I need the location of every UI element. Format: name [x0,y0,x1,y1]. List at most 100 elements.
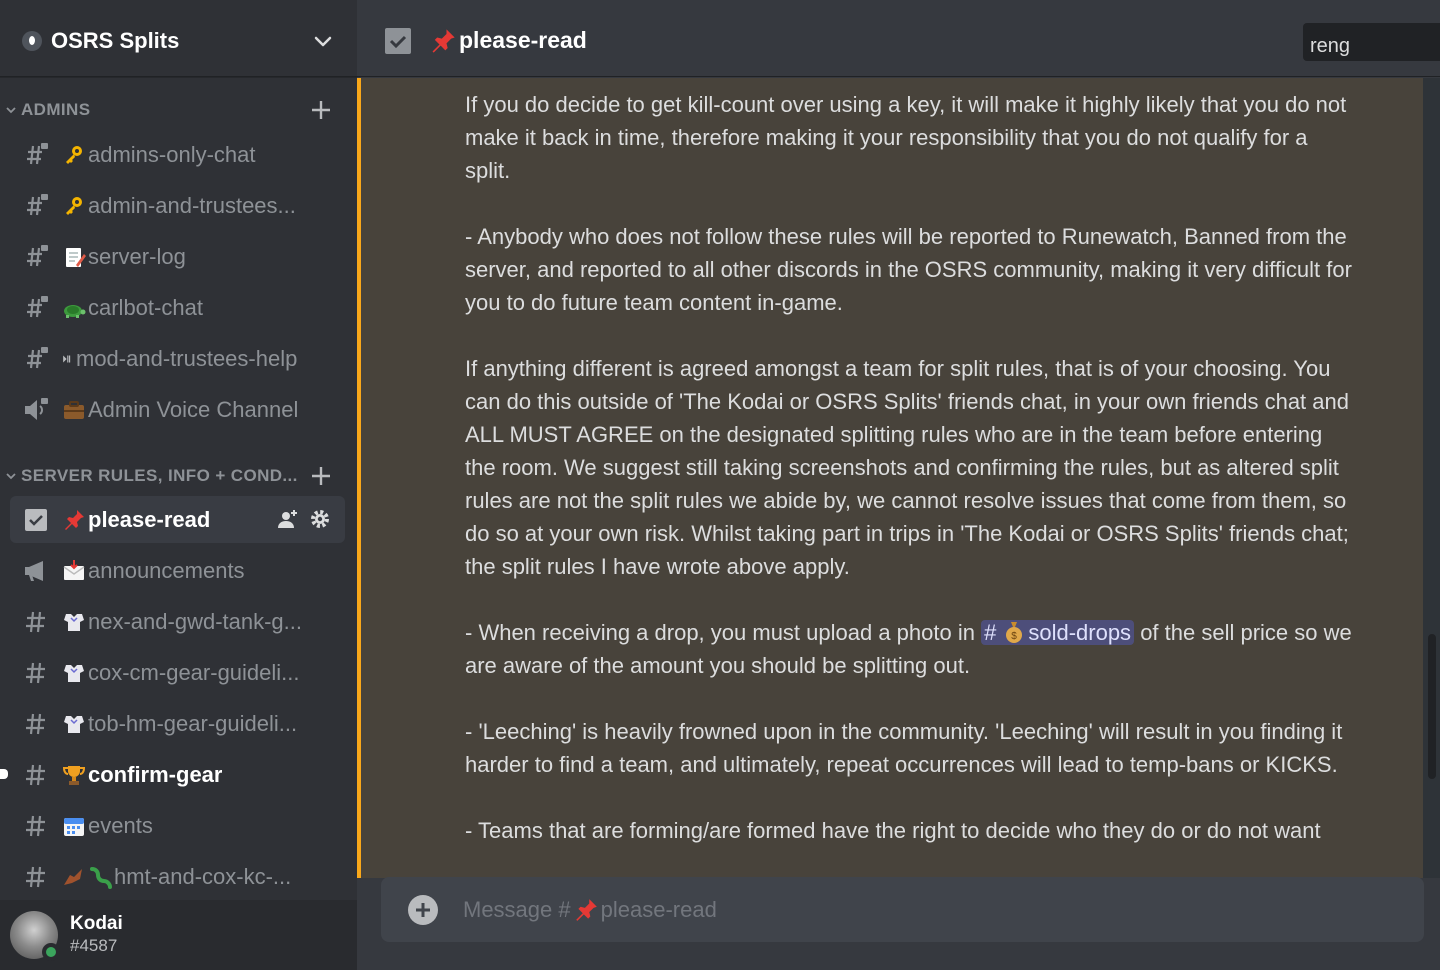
hash-icon [26,662,45,683]
text-run: - When receiving a drop, you must upload… [465,620,975,645]
channel-announcements[interactable]: announcements [10,547,345,594]
play-pause-emoji-icon [63,355,71,362]
user-tag: #4587 [70,936,118,955]
channel-label: events [88,812,153,838]
server-name: OSRS Splits [51,27,180,53]
locked-hash-icon [27,244,48,266]
channel-label: tob-hm-gear-guideli... [88,710,298,736]
briefcase-emoji-icon [64,400,84,419]
message-paragraph: - Anybody who does not follow these rule… [465,224,1352,315]
hash-icon [26,815,45,836]
category-server-rules[interactable]: SERVER RULES, INFO + COND... [0,456,357,496]
message-content: If you do decide to get kill-count over … [465,88,1355,878]
channel-confirm-gear[interactable]: confirm-gear [0,751,345,798]
locked-voice-icon [25,397,48,420]
avatar[interactable] [10,911,60,961]
channel-cox-cm-gear[interactable]: cox-cm-gear-guideli... [10,649,345,696]
hash-icon [26,713,45,734]
username: Kodai [70,913,123,934]
armor-emoji-icon [64,613,84,631]
online-status-indicator [42,943,60,961]
category-label: SERVER RULES, INFO + COND... [21,466,298,485]
placeholder-channel: please-read [600,896,717,922]
money-bag-emoji-icon: $ [1006,622,1023,643]
pushpin-emoji-icon [575,898,597,921]
mention-label: sold-drops [1028,620,1132,645]
turtle-emoji-icon [64,304,86,318]
channel-label: please-read [88,506,211,532]
channel-label: admins-only-chat [88,141,256,167]
lizard-emoji-icon [90,866,112,889]
server-header[interactable]: OSRS Splits [0,5,357,77]
collapse-arrow-icon [6,473,16,480]
channel-hmt-and-cox-kc[interactable]: hmt-and-cox-kc-... [10,853,345,900]
chevron-down-icon[interactable] [311,29,335,53]
key-emoji-icon [66,145,82,164]
scrollbar-thumb[interactable] [1428,634,1436,779]
server-badge-icon [22,30,42,51]
trophy-emoji-icon [62,765,86,785]
unread-indicator [0,769,8,779]
memo-emoji-icon [66,247,86,267]
hash-icon [26,611,45,632]
gear-icon[interactable] [309,508,331,530]
channel-nex-and-gwd[interactable]: nex-and-gwd-tank-g... [10,598,345,645]
channel-label: announcements [88,557,245,583]
message-input-placeholder[interactable]: Message # please-read [463,897,717,923]
channel-label: carlbot-chat [88,294,203,320]
channel-header: please-read [357,5,1440,77]
attach-plus-icon[interactable] [407,894,439,926]
search-input[interactable] [1303,23,1440,61]
main-chat-area: please-read If you do decide to get kill… [357,0,1440,970]
add-channel-icon[interactable] [309,464,333,488]
locked-hash-icon [27,346,48,368]
channel-admins-only-chat[interactable]: admins-only-chat [10,131,345,178]
add-channel-icon[interactable] [309,98,333,122]
message-paragraph: - When receiving a drop, you must upload… [465,616,1355,682]
channel-please-read[interactable]: please-read [10,496,345,543]
locked-hash-icon [27,295,48,317]
creature-emoji-icon [64,868,82,885]
invite-user-icon[interactable] [277,508,299,530]
channel-title: please-read [459,27,587,53]
channel-label: hmt-and-cox-kc-... [114,863,292,889]
channel-admin-and-trustees[interactable]: admin-and-trustees... [10,182,345,229]
channel-label: nex-and-gwd-tank-g... [88,608,302,634]
channel-label: Admin Voice Channel [88,396,299,422]
message-paragraph: If anything different is agreed amongst … [465,356,1349,579]
channel-sidebar: OSRS Splits ADMINS admins-only-chat admi… [0,0,357,970]
armor-emoji-icon [64,664,84,682]
message-composer[interactable]: Message # please-read GIF [381,877,1424,942]
channel-events[interactable]: events [10,802,345,849]
channel-server-log[interactable]: server-log [10,233,345,280]
collapse-arrow-icon [6,107,16,114]
user-panel: Kodai #4587 [0,900,357,970]
key-emoji-icon [66,196,82,215]
armor-emoji-icon [64,715,84,733]
hash-icon [26,866,45,887]
announcement-icon [25,560,43,581]
channel-admin-voice[interactable]: Admin Voice Channel [10,386,345,433]
category-admins[interactable]: ADMINS [0,90,357,130]
channel-label: cox-cm-gear-guideli... [88,659,300,685]
rules-channel-icon [25,508,47,531]
channel-list: ADMINS admins-only-chat admin-and-truste… [0,78,357,900]
channel-label: admin-and-trustees... [88,192,296,218]
pushpin-emoji-icon [432,28,455,53]
hash-glyph: # [984,620,997,645]
channel-mention-sold-drops[interactable]: # $ sold-drops [981,620,1135,645]
channel-mod-and-trustees-help[interactable]: mod-and-trustees-help [10,335,345,382]
channel-carlbot-chat[interactable]: carlbot-chat [10,284,345,331]
rules-channel-icon [385,27,411,54]
channel-label: confirm-gear [88,761,223,787]
channel-label: server-log [88,243,186,269]
message-paragraph: - 'Leeching' is heavily frowned upon in … [465,719,1343,777]
svg-text:$: $ [1012,631,1018,642]
locked-hash-icon [27,142,48,164]
pushpin-emoji-icon [65,509,84,530]
channel-label: mod-and-trustees-help [76,345,298,371]
envelope-emoji-icon [63,559,85,580]
channel-tob-hm-gear[interactable]: tob-hm-gear-guideli... [10,700,345,747]
hash-icon [26,764,45,785]
message-paragraph: If you do decide to get kill-count over … [465,92,1347,183]
